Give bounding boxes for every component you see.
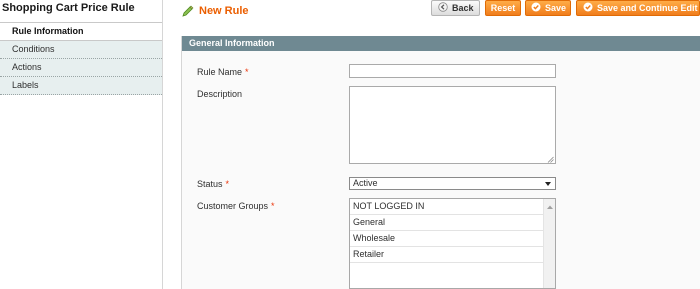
list-item[interactable]: Wholesale — [350, 231, 543, 247]
rule-name-label: Rule Name * — [197, 67, 249, 77]
sidebar: Shopping Cart Price Rule Rule Informatio… — [0, 0, 163, 289]
save-and-continue-button[interactable]: Save and Continue Edit — [576, 0, 700, 16]
status-selected-value: Active — [353, 178, 378, 188]
back-arrow-icon — [438, 2, 448, 12]
save-button[interactable]: Save — [525, 0, 571, 16]
tab-labels[interactable]: Labels — [0, 77, 162, 95]
chevron-down-icon — [544, 179, 552, 188]
sidebar-tabs: Rule Information Conditions Actions Labe… — [0, 22, 162, 95]
page-title-text: New Rule — [199, 5, 249, 17]
status-label-text: Status — [197, 179, 223, 189]
tab-conditions[interactable]: Conditions — [0, 41, 162, 59]
scrollbar[interactable] — [543, 199, 555, 288]
save-button-label: Save — [545, 3, 567, 13]
description-textarea[interactable] — [349, 86, 556, 164]
sidebar-title: Shopping Cart Price Rule — [2, 2, 135, 14]
customer-groups-multiselect[interactable]: NOT LOGGED IN General Wholesale Retailer — [349, 198, 556, 289]
checkmark-icon — [531, 2, 541, 12]
section-header: General Information — [182, 36, 700, 51]
save-and-continue-label: Save and Continue Edit — [597, 3, 698, 13]
status-label: Status * — [197, 179, 229, 189]
customer-groups-label-text: Customer Groups — [197, 201, 269, 211]
list-item[interactable]: General — [350, 215, 543, 231]
required-marker: * — [245, 67, 249, 77]
pencil-icon — [182, 5, 194, 17]
back-button-label: Back — [452, 3, 474, 13]
required-marker: * — [225, 179, 230, 189]
list-item[interactable]: Retailer — [350, 247, 543, 263]
rule-name-input[interactable] — [349, 64, 556, 78]
page-title: New Rule — [182, 3, 249, 19]
status-select[interactable]: Active — [349, 177, 556, 190]
list-item[interactable]: NOT LOGGED IN — [350, 199, 543, 215]
customer-groups-label: Customer Groups * — [197, 201, 275, 211]
tab-actions[interactable]: Actions — [0, 59, 162, 77]
description-label: Description — [197, 89, 243, 99]
rule-name-label-text: Rule Name — [197, 67, 243, 77]
resize-grip-icon[interactable] — [547, 155, 554, 163]
required-marker: * — [271, 201, 275, 211]
back-button[interactable]: Back — [431, 0, 480, 16]
tab-rule-information[interactable]: Rule Information — [0, 23, 162, 41]
checkmark-icon — [583, 2, 593, 12]
reset-button[interactable]: Reset — [485, 0, 521, 16]
scroll-up-arrow-icon[interactable] — [546, 202, 554, 209]
